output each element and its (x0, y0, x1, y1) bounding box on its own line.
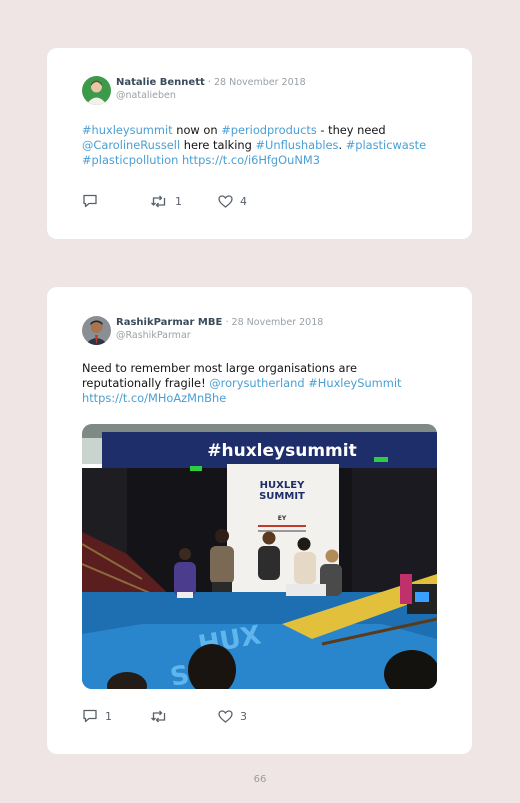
reply-icon (83, 709, 97, 723)
author-handle[interactable]: @natalieben (116, 89, 306, 102)
backdrop-logo-line1: HUXLEY (260, 480, 305, 491)
tweet-text: Need to remember most large organisation… (82, 361, 412, 406)
tweet-header: Natalie Bennett · 28 November 2018 @nata… (82, 76, 306, 105)
author-name[interactable]: Natalie Bennett (116, 77, 205, 88)
retweet-icon (151, 195, 166, 207)
avatar[interactable] (82, 76, 111, 105)
tweet-photo[interactable]: #huxleysummit HUXLEY SUMMIT EY HUX SUM (82, 424, 437, 689)
reply-count: 1 (105, 709, 112, 723)
retweet-count: 1 (175, 194, 182, 208)
hashtag-link[interactable]: #plasticpollution (82, 153, 178, 167)
hashtag-link[interactable]: #HuxleySummit (308, 376, 401, 390)
tweet-actions: 1 3 (82, 709, 247, 723)
url-link[interactable]: https://t.co/i6HfgOuNM3 (182, 153, 320, 167)
hashtag-link[interactable]: #plasticwaste (346, 138, 426, 152)
avatar[interactable] (82, 316, 111, 345)
tweet-header: RashikParmar MBE · 28 November 2018 @Ras… (82, 316, 323, 345)
like-button[interactable]: 3 (218, 710, 247, 723)
tweet-text-segment: - they need (316, 123, 386, 137)
backdrop-sponsor: EY (278, 515, 287, 522)
backdrop-logo-line2: SUMMIT (259, 491, 305, 502)
reply-button[interactable]: 1 (82, 709, 150, 723)
like-icon (218, 709, 233, 723)
tweet-text-segment: now on (172, 123, 222, 137)
hashtag-link[interactable]: #Unflushables (255, 138, 338, 152)
mention-link[interactable]: @rorysutherland (209, 376, 304, 390)
like-button[interactable]: 4 (218, 195, 247, 208)
tweet-card: RashikParmar MBE · 28 November 2018 @Ras… (47, 287, 472, 754)
tweet-text-segment: here talking (180, 138, 256, 152)
reply-button[interactable] (82, 194, 150, 208)
retweet-icon (151, 710, 166, 722)
like-icon (218, 194, 233, 208)
hashtag-link[interactable]: #periodproducts (221, 123, 317, 137)
like-count: 3 (240, 709, 247, 723)
reply-icon (83, 194, 97, 208)
tweet-text: #huxleysummit now on #periodproducts - t… (82, 123, 442, 168)
like-count: 4 (240, 194, 247, 208)
author-handle[interactable]: @RashikParmar (116, 329, 323, 342)
retweet-button[interactable]: 1 (150, 195, 218, 208)
tweet-text-segment: . (338, 138, 346, 152)
tweet-card: Natalie Bennett · 28 November 2018 @nata… (47, 48, 472, 239)
tweet-date[interactable]: · 28 November 2018 (226, 317, 324, 328)
page-number: 66 (253, 774, 267, 785)
tweet-actions: 1 4 (82, 194, 247, 208)
mention-link[interactable]: @CarolineRussell (82, 138, 180, 152)
author-name[interactable]: RashikParmar MBE (116, 317, 222, 328)
banner-text: #huxleysummit (207, 441, 356, 461)
retweet-button[interactable] (150, 710, 218, 723)
tweet-date[interactable]: · 28 November 2018 (208, 77, 306, 88)
url-link[interactable]: https://t.co/MHoAzMnBhe (82, 391, 226, 405)
hashtag-link[interactable]: #huxleysummit (82, 123, 173, 137)
